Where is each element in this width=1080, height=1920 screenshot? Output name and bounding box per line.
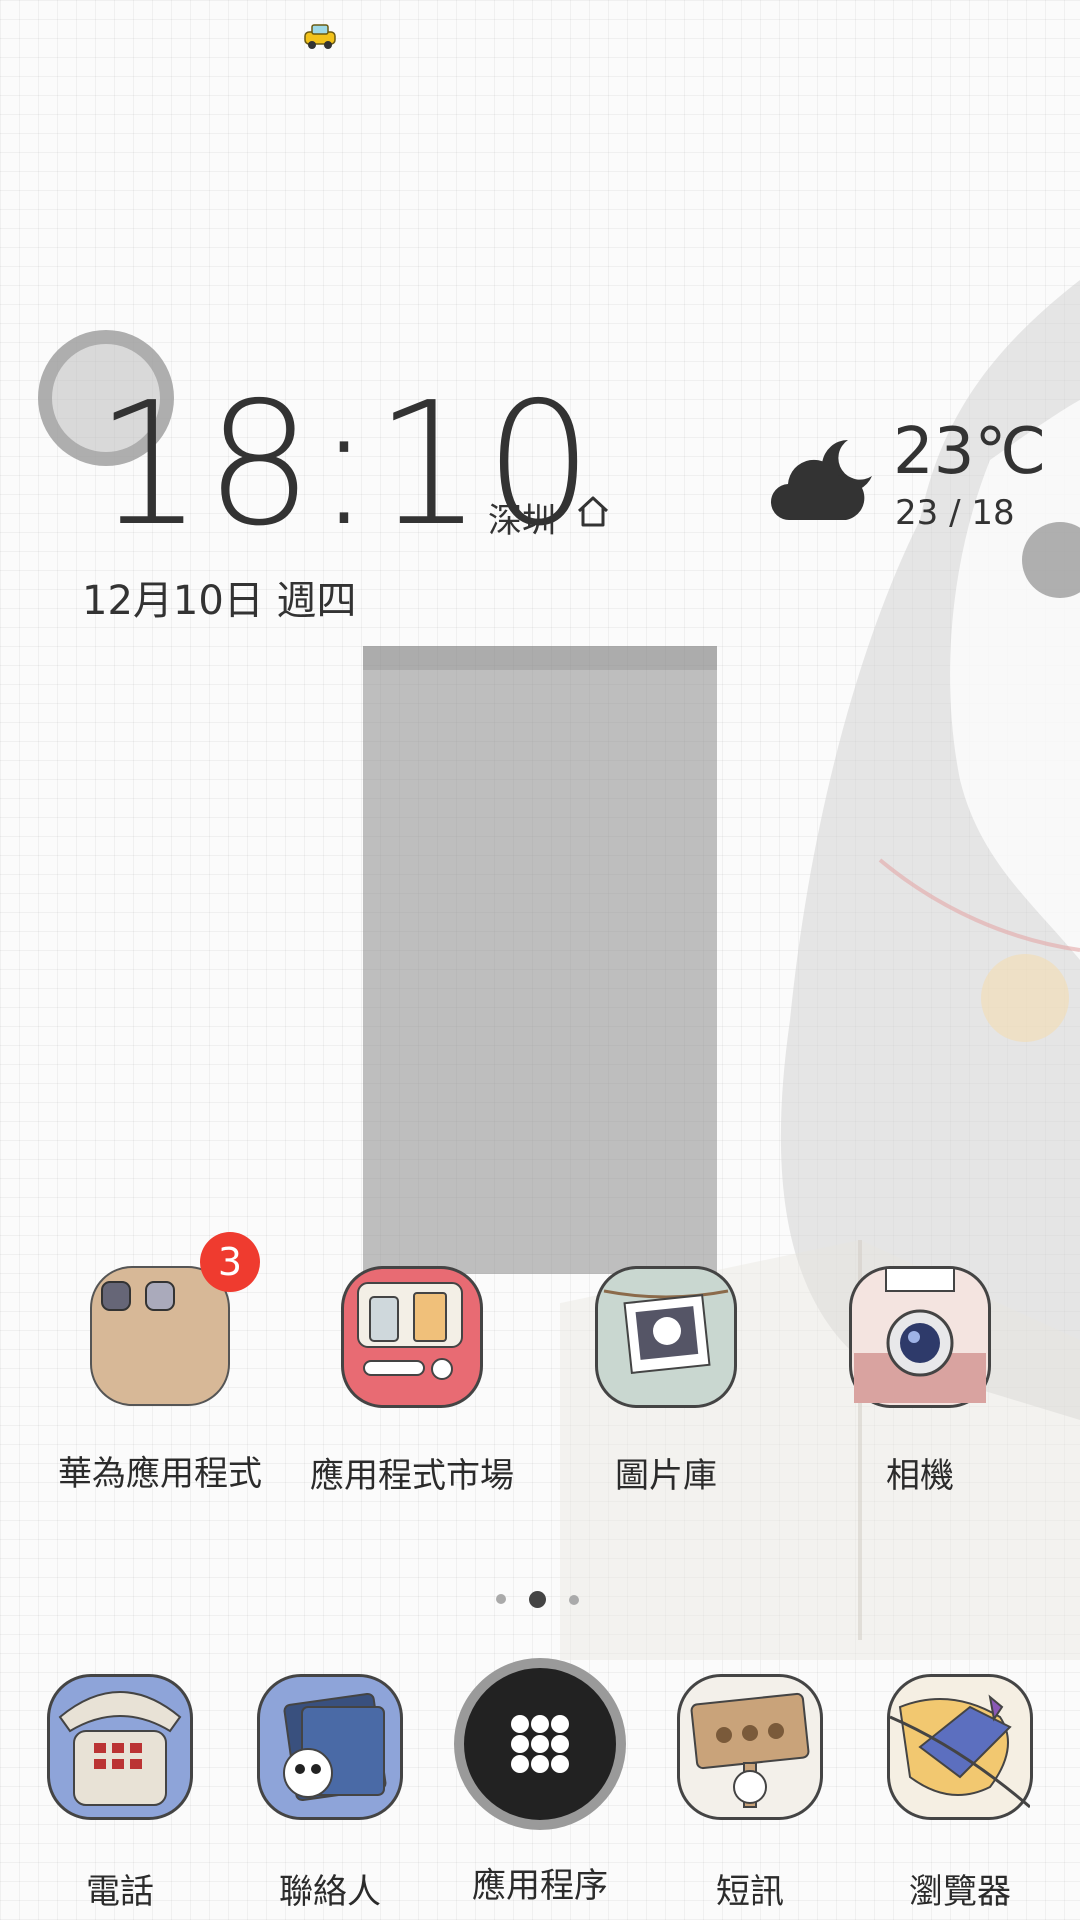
folder-icon xyxy=(90,1266,230,1406)
notification-badge: 3 xyxy=(200,1232,260,1292)
dock-label: 電話 xyxy=(86,1872,154,1912)
app-label: 華為應用程式 xyxy=(58,1454,262,1494)
dock-label: 應用程序 xyxy=(472,1866,608,1906)
dock-label: 短訊 xyxy=(716,1872,784,1912)
page-indicator-dot-2-active[interactable] xyxy=(529,1591,546,1608)
dock-app-drawer[interactable]: 應用程序 xyxy=(440,1658,640,1907)
dock-label: 聯絡人 xyxy=(279,1872,381,1912)
app-market[interactable]: 應用程式市場 xyxy=(292,1266,532,1497)
weather-temperature[interactable]: 23℃ xyxy=(893,415,1046,489)
taxi-icon xyxy=(304,24,336,49)
app-gallery[interactable]: 圖片庫 xyxy=(546,1266,786,1497)
weather-temperature-range[interactable]: 23 / 18 xyxy=(895,493,1015,533)
page-indicator-dot-3[interactable] xyxy=(569,1595,579,1605)
dock-browser[interactable]: 瀏覽器 xyxy=(860,1674,1060,1913)
browser-icon xyxy=(887,1674,1033,1820)
widget-placeholder xyxy=(363,646,717,1274)
dock-contacts[interactable]: 聯絡人 xyxy=(230,1674,430,1913)
phone-icon xyxy=(47,1674,193,1820)
app-market-icon xyxy=(341,1266,483,1408)
widget-placeholder-header xyxy=(363,646,717,670)
app-label: 相機 xyxy=(886,1456,954,1496)
cloudy-night-icon[interactable] xyxy=(768,430,880,530)
dock-messages[interactable]: 短訊 xyxy=(650,1674,850,1913)
app-label: 應用程式市場 xyxy=(310,1456,514,1496)
gallery-icon xyxy=(595,1266,737,1408)
app-drawer-icon xyxy=(454,1658,626,1830)
clock-date[interactable]: 12月10日 週四 xyxy=(82,568,357,626)
camera-icon xyxy=(849,1266,991,1408)
app-huawei-apps-folder[interactable]: 華為應用程式 xyxy=(40,1266,280,1495)
messages-icon xyxy=(677,1674,823,1820)
dock-label: 瀏覽器 xyxy=(909,1872,1011,1912)
dock-phone[interactable]: 電話 xyxy=(20,1674,220,1913)
page-indicator-dot-1[interactable] xyxy=(496,1594,506,1604)
app-label: 圖片庫 xyxy=(615,1456,717,1496)
contacts-icon xyxy=(257,1674,403,1820)
home-icon xyxy=(577,496,609,527)
app-camera[interactable]: 相機 xyxy=(800,1266,1040,1497)
clock-city[interactable]: 深圳 xyxy=(488,493,556,542)
